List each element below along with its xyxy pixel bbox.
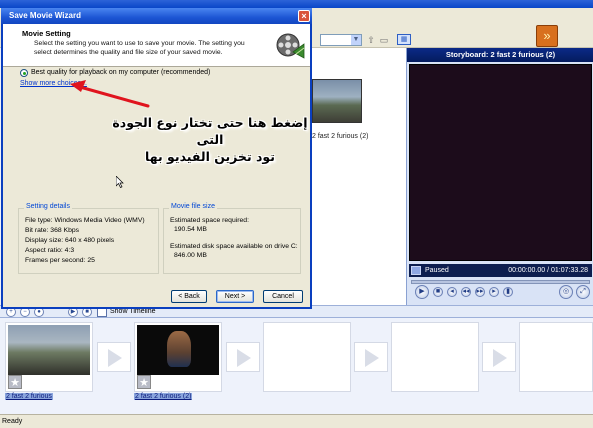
movie-file-size-group: Movie file size Estimated space required… xyxy=(163,203,301,274)
setting-detail-line: Aspect ratio: 4:3 xyxy=(25,247,75,254)
close-icon[interactable]: × xyxy=(298,10,310,22)
next-button[interactable]: Next > xyxy=(216,290,254,303)
star-icon[interactable]: ★ xyxy=(8,375,22,389)
setting-detail-line: Frames per second: 25 xyxy=(25,257,95,264)
wizard-description: Select the setting you want to use to sa… xyxy=(34,40,245,56)
snapshot-icon[interactable]: ◎ xyxy=(559,285,573,299)
transition-slot[interactable] xyxy=(97,342,131,372)
playback-time: 00:00:00.00 / 01:07:33.28 xyxy=(508,267,588,274)
storyboard-clip[interactable]: ★ xyxy=(134,322,222,392)
seek-bar[interactable] xyxy=(411,280,590,284)
annotation-line-2: تود تخزين الفيديو بها xyxy=(145,149,275,164)
radio-selected-icon[interactable] xyxy=(20,69,28,77)
storyboard-empty-cell[interactable] xyxy=(519,322,593,392)
monitor-status-icon xyxy=(411,266,421,275)
status-bar: Ready xyxy=(0,414,593,428)
new-folder-icon[interactable]: ▭ xyxy=(379,35,389,45)
show-more-choices-link[interactable]: Show more choices... xyxy=(20,80,87,87)
clip-frame xyxy=(8,325,90,375)
disk-space-label: Estimated disk space available on drive … xyxy=(170,243,298,250)
views-icon[interactable]: ▦ xyxy=(397,34,411,45)
chevron-down-icon[interactable]: ▼ xyxy=(351,35,361,45)
storyboard-title: Storyboard: 2 fast 2 furious (2) xyxy=(407,48,593,62)
disk-space-value: 846.00 MB xyxy=(174,252,207,259)
wizard-header: Movie Setting Select the setting you wan… xyxy=(3,24,310,67)
setting-details-title: Setting details xyxy=(24,203,72,210)
annotation-line-1: إضغط هنا حتى تختار نوع الجودة التى xyxy=(112,115,308,147)
collection-folder-combo[interactable]: ▼ xyxy=(320,34,362,46)
estimated-space-value: 190.54 MB xyxy=(174,226,207,233)
preview-monitor: Storyboard: 2 fast 2 furious (2) Paused … xyxy=(406,48,593,310)
transition-slot[interactable] xyxy=(226,342,260,372)
transition-slot[interactable] xyxy=(354,342,388,372)
playback-controls: ▶ ■ ◂ ◂◂ ▸▸ ▸ ▮ ◎ ⤢ xyxy=(409,285,592,303)
monitor-status-bar: Paused 00:00:00.00 / 01:07:33.28 xyxy=(409,264,592,277)
forward-icon[interactable]: ▸▸ xyxy=(475,287,485,297)
mouse-cursor-icon xyxy=(116,176,124,188)
fullscreen-icon[interactable]: ⤢ xyxy=(576,285,590,299)
transition-slot[interactable] xyxy=(482,342,516,372)
movie-file-size-title: Movie file size xyxy=(169,203,217,210)
clip-frame xyxy=(137,325,219,375)
storyboard-clip[interactable]: ★ xyxy=(5,322,93,392)
arabic-annotation: إضغط هنا حتى تختار نوع الجودة التى تود ت… xyxy=(100,114,320,165)
storyboard-strip: ★ ★ 2 fast 2 furious 2 fast 2 furious (2… xyxy=(0,318,593,414)
split-clip-icon[interactable]: ▮ xyxy=(503,287,513,297)
storyboard-empty-cell[interactable] xyxy=(391,322,479,392)
best-quality-option-label[interactable]: Best quality for playback on my computer… xyxy=(31,69,210,76)
wizard-titlebar: Save Movie Wizard × xyxy=(1,8,312,24)
storyboard-clip-label[interactable]: 2 fast 2 furious (2) xyxy=(134,393,193,400)
wizard-heading: Movie Setting xyxy=(22,29,71,38)
wizard-title: Save Movie Wizard xyxy=(9,11,81,20)
setting-detail-line: File type: Windows Media Video (WMV) xyxy=(25,217,145,224)
next-frame-icon[interactable]: ▸ xyxy=(489,287,499,297)
star-icon[interactable]: ★ xyxy=(137,375,151,389)
preview-screen xyxy=(409,64,592,261)
actor-figure xyxy=(167,331,191,367)
setting-details-group: Setting details File type: Windows Media… xyxy=(18,203,159,274)
previous-frame-icon[interactable]: ◂ xyxy=(447,287,457,297)
estimated-space-label: Estimated space required: xyxy=(170,217,249,224)
collection-clip-label[interactable]: 2 fast 2 furious (2) xyxy=(312,133,368,140)
rewind-icon[interactable]: ◂◂ xyxy=(461,287,471,297)
playback-status: Paused xyxy=(425,267,449,274)
storyboard-empty-cell[interactable] xyxy=(263,322,351,392)
setting-detail-line: Display size: 640 x 480 pixels xyxy=(25,237,115,244)
film-reel-icon xyxy=(276,33,305,59)
movie-tasks-button[interactable]: » xyxy=(536,25,558,47)
up-folder-icon[interactable]: ⇧ xyxy=(366,35,376,45)
play-icon[interactable]: ▶ xyxy=(415,285,429,299)
app-titlebar xyxy=(0,0,593,8)
cancel-button[interactable]: Cancel xyxy=(263,290,303,303)
setting-detail-line: Bit rate: 368 Kbps xyxy=(25,227,80,234)
storyboard-clip-label[interactable]: 2 fast 2 furious xyxy=(5,393,53,400)
back-button[interactable]: < Back xyxy=(171,290,207,303)
stop-icon[interactable]: ■ xyxy=(433,287,443,297)
